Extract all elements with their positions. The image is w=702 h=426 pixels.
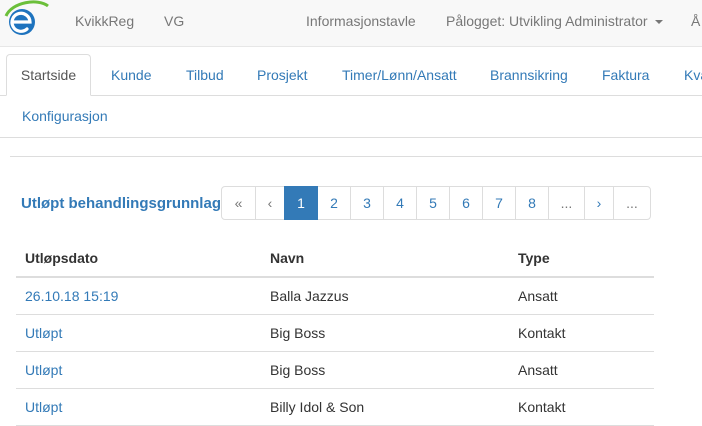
tab-startside[interactable]: Startside <box>6 54 91 96</box>
page-1-button[interactable]: 1 <box>284 186 318 220</box>
expiry-link[interactable]: Utløpt <box>25 325 62 341</box>
tab-faktura[interactable]: Faktura <box>602 67 649 83</box>
table-row: Utløpt Big Boss Ansatt <box>16 351 654 389</box>
expiry-link[interactable]: 26.10.18 15:19 <box>25 288 118 304</box>
page-prev-button[interactable]: ‹ <box>255 186 285 220</box>
nav-link-vg[interactable]: VG <box>164 13 184 29</box>
cell-utlopsdato: 26.10.18 15:19 <box>16 277 261 315</box>
page-first-button[interactable]: « <box>221 186 256 220</box>
tab-kva[interactable]: Kva <box>684 67 702 83</box>
cell-type: Ansatt <box>509 277 654 315</box>
table-row: Utløpt Big Boss Kontakt <box>16 314 654 352</box>
cell-navn: Big Boss <box>261 314 509 352</box>
tab-kunde[interactable]: Kunde <box>111 67 151 83</box>
page-5-button[interactable]: 5 <box>416 186 450 220</box>
logo-e-icon[interactable] <box>2 0 50 40</box>
cell-navn: Balla Jazzus <box>261 277 509 315</box>
tab-timer-lonn-ansatt[interactable]: Timer/Lønn/Ansatt <box>342 67 457 83</box>
page-6-button[interactable]: 6 <box>449 186 483 220</box>
page-3-button[interactable]: 3 <box>350 186 384 220</box>
nav-link-kvikkreg[interactable]: KvikkReg <box>75 13 134 29</box>
expiry-link[interactable]: Utløpt <box>25 362 62 378</box>
user-menu[interactable]: Pålogget: Utvikling Administrator <box>446 13 663 29</box>
caret-down-icon <box>654 20 663 25</box>
expiry-link[interactable]: Utløpt <box>25 399 62 415</box>
cell-utlopsdato: Utløpt <box>16 314 261 352</box>
cell-navn: Billy Idol & Son <box>261 388 509 426</box>
table-row: Utløpt Billy Idol & Son Kontakt <box>16 388 654 426</box>
tab-brannsikring[interactable]: Brannsikring <box>490 67 568 83</box>
tab-row-divider <box>0 95 702 96</box>
tab-prosjekt[interactable]: Prosjekt <box>257 67 308 83</box>
page-4-button[interactable]: 4 <box>383 186 417 220</box>
tab-tilbud[interactable]: Tilbud <box>186 67 224 83</box>
page-ellipsis-button[interactable]: ... <box>548 186 585 220</box>
cell-type: Kontakt <box>509 388 654 426</box>
table-header-row: Utløpsdato Navn Type <box>16 240 654 278</box>
section-title[interactable]: Utløpt behandlingsgrunnlag <box>21 195 221 212</box>
page-7-button[interactable]: 7 <box>482 186 516 220</box>
top-navbar: KvikkReg VG Informasjonstavle Pålogget: … <box>0 0 702 47</box>
column-header-utlopsdato[interactable]: Utløpsdato <box>16 240 261 278</box>
user-menu-label: Pålogget: Utvikling Administrator <box>446 13 648 29</box>
nav-link-overflow[interactable]: Å <box>691 13 700 29</box>
cell-type: Ansatt <box>509 351 654 389</box>
cell-utlopsdato: Utløpt <box>16 388 261 426</box>
cell-type: Kontakt <box>509 314 654 352</box>
main-tabs: Startside Kunde Tilbud Prosjekt Timer/Lø… <box>0 46 702 138</box>
cell-utlopsdato: Utløpt <box>16 351 261 389</box>
table-row: 26.10.18 15:19 Balla Jazzus Ansatt <box>16 277 654 315</box>
pagination: « ‹ 1 2 3 4 5 6 7 8 ... › ... <box>221 186 651 220</box>
content-divider <box>10 156 702 157</box>
page-2-button[interactable]: 2 <box>317 186 351 220</box>
column-header-navn[interactable]: Navn <box>261 240 509 278</box>
cell-navn: Big Boss <box>261 351 509 389</box>
page-8-button[interactable]: 8 <box>515 186 549 220</box>
expired-table: Utløpsdato Navn Type 26.10.18 15:19 Ball… <box>16 240 654 426</box>
column-header-type[interactable]: Type <box>509 240 654 278</box>
page-more-button[interactable]: ... <box>613 186 651 220</box>
tab-konfigurasjon[interactable]: Konfigurasjon <box>22 108 108 124</box>
nav-link-informasjonstavle[interactable]: Informasjonstavle <box>306 13 416 29</box>
page-next-button[interactable]: › <box>584 186 614 220</box>
